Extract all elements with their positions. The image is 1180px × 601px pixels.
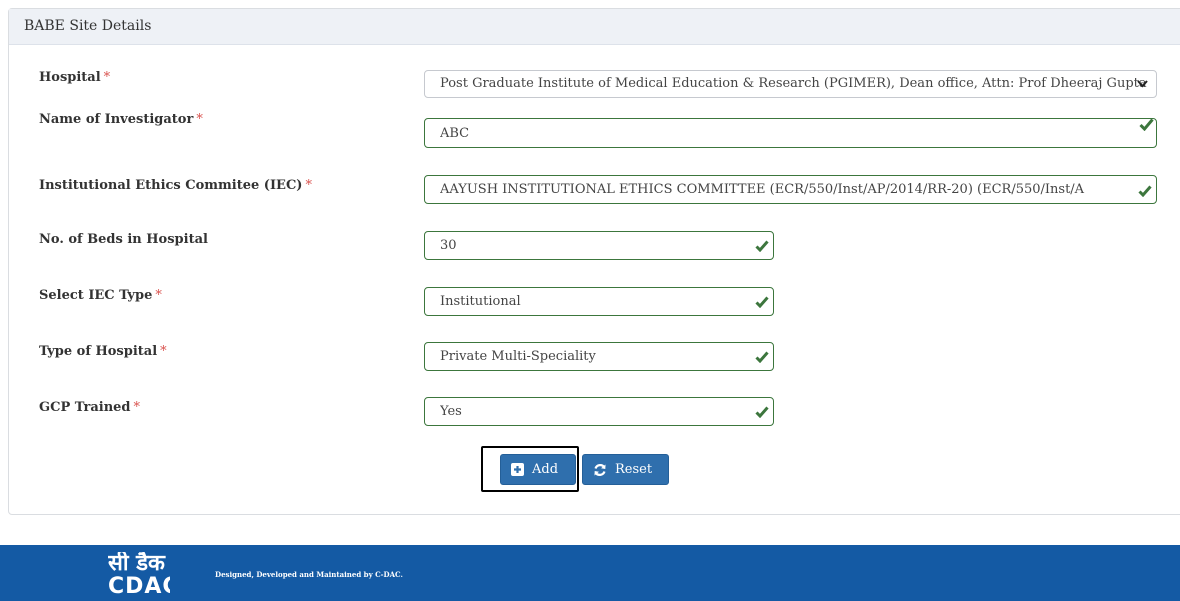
investigator-label: Name of Investigator * [39,112,203,127]
required-mark: * [196,112,203,127]
gcp-label: GCP Trained * [39,400,140,415]
plus-square-icon [511,463,524,476]
reset-button-label: Reset [615,462,653,477]
logo-hindi-text: सी डैक [108,552,165,576]
hospital-select[interactable]: Post Graduate Institute of Medical Educa… [424,70,1157,98]
cdac-logo: सी डैक CDAC [108,552,170,601]
iec-select-value: AAYUSH INSTITUTIONAL ETHICS COMMITTEE (E… [440,182,1085,197]
add-button[interactable]: Add [500,454,576,485]
beds-label-text: No. of Beds in Hospital [39,232,208,247]
required-mark: * [155,288,162,303]
required-mark: * [103,70,111,85]
beds-label: No. of Beds in Hospital [39,232,208,247]
panel-title: BABE Site Details [9,9,1180,45]
required-mark: * [160,344,167,359]
check-icon [755,406,769,418]
investigator-input[interactable]: ABC [424,118,1157,148]
investigator-input-value: ABC [440,126,470,141]
reset-button[interactable]: Reset [582,454,669,485]
check-icon [1138,185,1152,197]
beds-input-value: 30 [440,238,457,253]
iec-type-label-text: Select IEC Type [39,288,153,303]
hospital-label-text: Hospital [39,70,101,85]
hospital-type-label: Type of Hospital * [39,344,167,359]
required-mark: * [305,178,312,193]
chevron-down-icon[interactable] [1137,80,1148,88]
footer-credit: Designed, Developed and Maintained by C-… [215,570,403,579]
check-icon [755,240,769,252]
iec-label-text: Institutional Ethics Commitee (IEC) [39,178,303,193]
check-icon [755,296,769,308]
logo-english-text: CDAC [108,574,170,599]
iec-type-label: Select IEC Type * [39,288,162,303]
check-icon [755,351,769,363]
iec-select[interactable]: AAYUSH INSTITUTIONAL ETHICS COMMITTEE (E… [424,175,1157,204]
check-icon [1139,118,1154,131]
iec-type-select-value: Institutional [440,294,521,309]
iec-label: Institutional Ethics Commitee (IEC) * [39,178,312,193]
iec-type-select[interactable]: Institutional [424,287,774,316]
footer: सी डैक CDAC Designed, Developed and Main… [0,545,1180,601]
hospital-select-value: Post Graduate Institute of Medical Educa… [440,76,1147,91]
hospital-type-label-text: Type of Hospital [39,344,158,359]
hospital-type-select[interactable]: Private Multi-Speciality [424,342,774,371]
required-mark: * [133,400,141,415]
gcp-label-text: GCP Trained [39,400,131,415]
add-button-label: Add [532,462,559,477]
investigator-label-text: Name of Investigator [39,112,194,127]
hospital-type-select-value: Private Multi-Speciality [440,349,596,364]
beds-input[interactable]: 30 [424,231,774,260]
hospital-label: Hospital * [39,70,110,85]
gcp-select[interactable]: Yes [424,397,774,426]
gcp-select-value: Yes [440,404,462,419]
refresh-icon [593,463,607,477]
